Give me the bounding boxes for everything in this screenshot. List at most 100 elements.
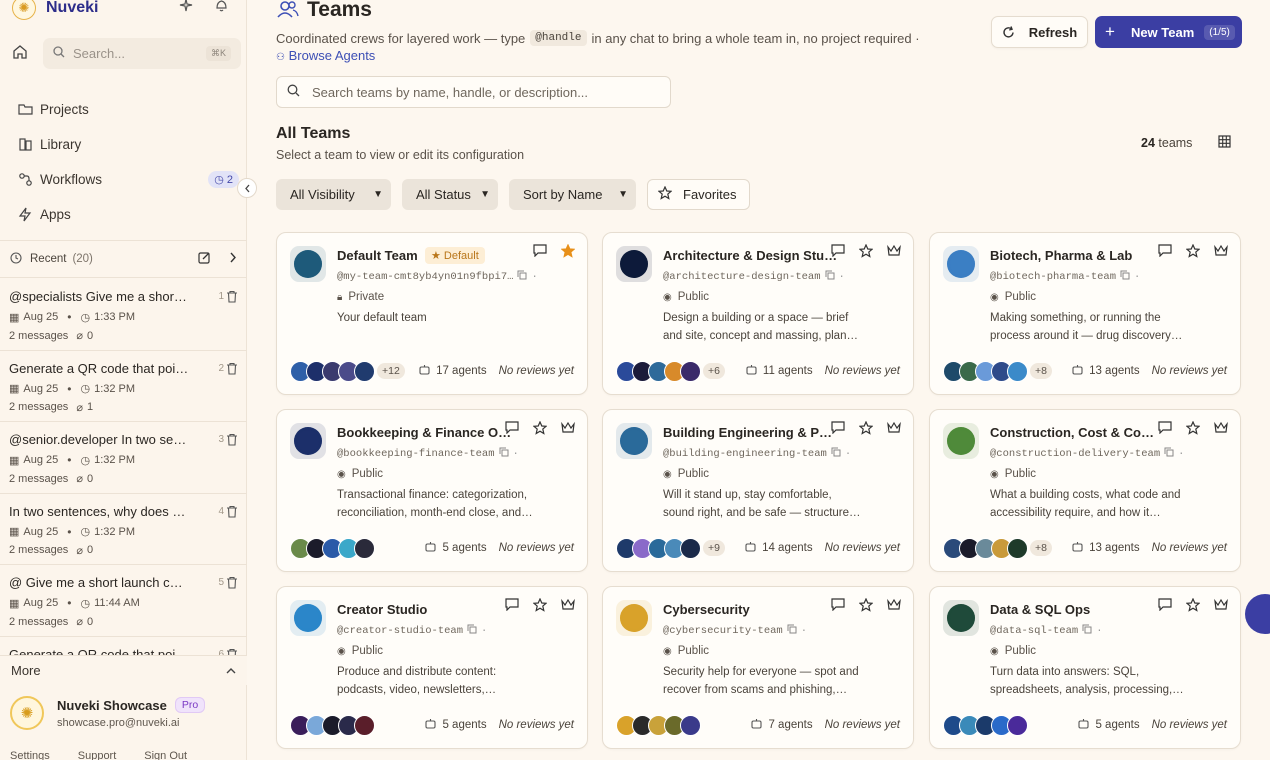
trash-icon[interactable] [226,362,238,375]
sidebar-item-workflows[interactable]: Workflows ◷ 2 [18,162,243,197]
favorite-star-icon[interactable] [1186,421,1200,435]
team-card[interactable]: Bookkeeping & Finance Ops @bookkeeping-f… [276,409,588,572]
trash-icon[interactable] [226,290,238,303]
chat-icon[interactable] [1158,244,1172,258]
chat-icon[interactable] [831,598,845,612]
grid-view-icon[interactable] [1218,135,1232,149]
support-link[interactable]: Support [78,750,117,760]
crown-icon[interactable] [561,421,575,435]
chat-icon[interactable] [1158,421,1172,435]
team-search-input[interactable]: Search teams by name, handle, or descrip… [276,76,671,108]
team-card[interactable]: Biotech, Pharma & Lab @biotech-pharma-te… [929,232,1241,395]
favorite-star-icon[interactable] [561,244,575,258]
trash-icon[interactable] [226,505,238,518]
team-card[interactable]: Data & SQL Ops @data-sql-team · ◉ Public… [929,586,1241,749]
copy-icon[interactable] [1120,270,1130,284]
agent-avatar [354,360,375,382]
chat-item[interactable]: @specialists Give me a shor… 1 ▦ Aug 25 • ◷… [0,279,247,351]
favorite-star-icon[interactable] [859,421,873,435]
chat-icon[interactable] [505,421,519,435]
collapse-sidebar-button[interactable] [237,178,257,198]
more-toggle[interactable]: More [0,655,247,685]
copy-icon[interactable] [825,270,835,284]
team-card[interactable]: Construction, Cost & Complia… @construct… [929,409,1241,572]
crown-icon[interactable] [561,598,575,612]
chat-item[interactable]: @ Give me a short launch c… 5 ▦ Aug 25 • ◷ 1… [0,565,247,637]
favorite-star-icon[interactable] [533,598,547,612]
chat-item[interactable]: Generate a QR code that poi… 6 [0,637,247,655]
copy-icon[interactable] [1164,447,1174,461]
new-team-button[interactable]: + New Team (1/5) [1095,16,1242,48]
status-select[interactable]: All Status ▼ [402,179,498,210]
agent-avatars[interactable] [616,714,701,736]
copy-icon[interactable] [787,624,797,638]
sort-select[interactable]: Sort by Name ▼ [509,179,636,210]
refresh-button[interactable]: Refresh [991,16,1088,48]
recent-chat-list[interactable]: @specialists Give me a shor… 1 ▦ Aug 25 • ◷… [0,279,247,655]
copy-icon[interactable] [831,447,841,461]
favorite-star-icon[interactable] [1186,598,1200,612]
trash-icon[interactable] [226,648,238,655]
browse-agents-link[interactable]: ⚇ Browse Agents [276,48,375,63]
team-card[interactable]: Building Engineering & Perfor… @building… [602,409,914,572]
agent-avatars[interactable] [290,714,375,736]
copy-icon[interactable] [467,624,477,638]
crown-icon[interactable] [1214,598,1228,612]
trash-icon[interactable] [226,433,238,446]
home-icon[interactable] [12,44,30,62]
copy-icon[interactable] [1082,624,1092,638]
team-card[interactable]: Creator Studio @creator-studio-team · ◉ … [276,586,588,749]
team-card[interactable]: Architecture & Design Studio @architectu… [602,232,914,395]
copy-icon[interactable] [499,447,509,461]
sidebar-item-apps[interactable]: Apps [18,197,243,232]
favorite-star-icon[interactable] [533,421,547,435]
search-icon [287,84,300,100]
user-card[interactable]: ✺ Nuveki Showcase Pro showcase.pro@nuvek… [0,688,247,738]
favorite-star-icon[interactable] [1186,244,1200,258]
agent-avatars[interactable]: +8 [943,360,1052,382]
team-logo-icon [620,427,648,455]
team-card[interactable]: Cybersecurity @cybersecurity-team · ◉ Pu… [602,586,914,749]
sidebar-search-input[interactable]: Search... ⌘K [43,38,241,69]
chat-icon[interactable] [533,244,547,258]
team-count: 24 teams [1141,136,1192,150]
sidebar-item-library[interactable]: Library [18,127,243,162]
brand[interactable]: ✺ Nuveki [12,0,98,20]
agent-avatars[interactable]: +8 [943,537,1052,559]
new-chat-icon[interactable] [198,251,211,267]
chat-icon[interactable] [1158,598,1172,612]
chat-item[interactable]: Generate a QR code that poi… 2 ▦ Aug 25 • ◷… [0,351,247,422]
sparkles-icon[interactable] [179,0,193,15]
sidebar-item-projects[interactable]: Projects [18,92,243,127]
team-card[interactable]: Default Team ★ Default @my-team-cmt8yb4y… [276,232,588,395]
team-name: Default Team [337,248,418,263]
visibility-select[interactable]: All Visibility ▼ [276,179,391,210]
settings-link[interactable]: Settings [10,750,50,760]
crown-icon[interactable] [1214,421,1228,435]
favorite-star-icon[interactable] [859,598,873,612]
agent-avatars[interactable] [943,714,1028,736]
trash-icon[interactable] [226,576,238,589]
chat-icon[interactable] [505,598,519,612]
chat-meta: ▦ Aug 25 • ◷ 1:32 PM [9,381,136,396]
crown-icon[interactable] [887,244,901,258]
team-logo [943,246,979,282]
chat-item[interactable]: @senior.developer In two se… 3 ▦ Aug 25 • ◷… [0,422,247,494]
agent-avatars[interactable]: +12 [290,360,405,382]
crown-icon[interactable] [887,598,901,612]
agent-avatars[interactable]: +9 [616,537,725,559]
agent-avatars[interactable]: +6 [616,360,725,382]
chat-icon[interactable] [831,421,845,435]
bell-icon[interactable] [215,0,228,15]
sign-out-link[interactable]: Sign Out [144,750,187,760]
favorites-button[interactable]: Favorites [647,179,751,210]
chat-item[interactable]: In two sentences, why does … 4 ▦ Aug 25 • ◷… [0,494,247,565]
chevron-right-icon[interactable] [229,252,237,266]
agent-avatars[interactable] [290,537,375,559]
crown-icon[interactable] [887,421,901,435]
copy-icon[interactable] [517,270,527,284]
favorite-star-icon[interactable] [859,244,873,258]
agents-count-label: 17 agents [436,365,487,377]
chat-icon[interactable] [831,244,845,258]
crown-icon[interactable] [1214,244,1228,258]
